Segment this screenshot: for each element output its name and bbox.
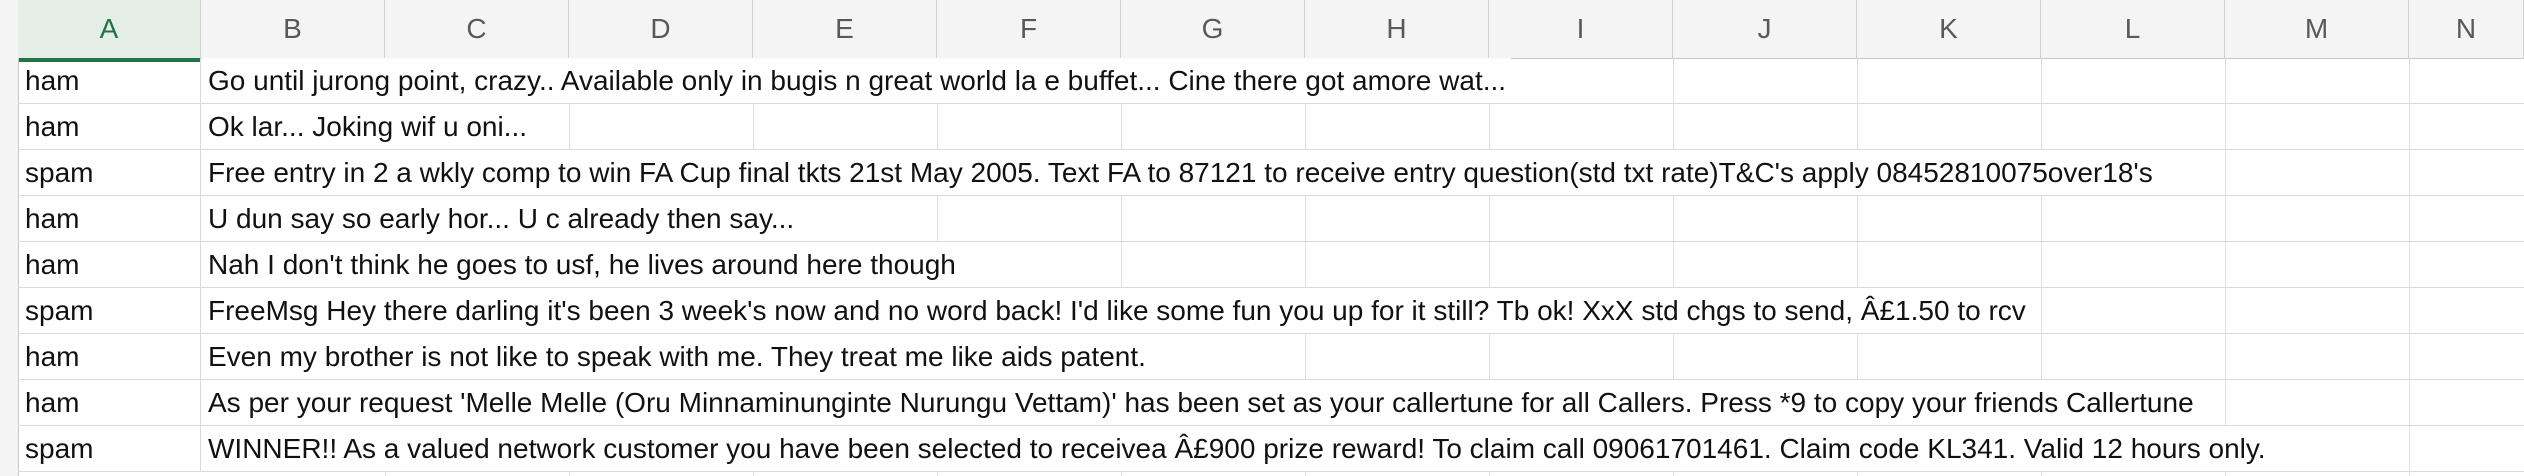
cell-label[interactable]: ham [18, 104, 201, 149]
table-row: ham U dun say so early hor... U c already… [18, 196, 2524, 242]
cell-label[interactable]: ham [18, 196, 201, 241]
cell-message[interactable]: U dun say so early hor... U c already th… [201, 196, 794, 241]
cell-label[interactable]: spam [18, 426, 201, 471]
table-row: ham Nah I don't think he goes to usf, he … [18, 242, 2524, 288]
table-row: ham Even my brother is not like to speak … [18, 334, 2524, 380]
grid-body: ham Go until jurong point, crazy.. Availa… [0, 0, 2524, 476]
table-row: spam Free entry in 2 a wkly comp to win F… [18, 150, 2524, 196]
cell-label[interactable]: spam [18, 288, 201, 333]
cell-label[interactable]: spam [18, 150, 201, 195]
cell-message[interactable]: FreeMsg Hey there darling it's been 3 we… [201, 288, 2026, 333]
table-row: ham Go until jurong point, crazy.. Availa… [18, 58, 2524, 104]
cell-message[interactable]: WINNER!! As a valued network customer yo… [201, 426, 2266, 471]
cell-message[interactable]: Nah I don't think he goes to usf, he liv… [201, 242, 956, 287]
cell-message[interactable]: Free entry in 2 a wkly comp to win FA Cu… [201, 150, 2153, 195]
cell-label[interactable]: ham [18, 334, 201, 379]
table-row: ham Ok lar... Joking wif u oni... [18, 104, 2524, 150]
cell-message[interactable]: Even my brother is not like to speak wit… [201, 334, 1146, 379]
table-row: spam FreeMsg Hey there darling it's been … [18, 288, 2524, 334]
cell-label[interactable]: ham [18, 380, 201, 425]
table-row: spam WINNER!! As a valued network custome… [18, 426, 2524, 472]
cell-message[interactable]: Go until jurong point, crazy.. Available… [201, 58, 1506, 103]
spreadsheet: ABCDEFGHIJKLMN ham Go until jurong point,… [0, 0, 2524, 476]
cell-message[interactable]: As per your request 'Melle Melle (Oru Mi… [201, 380, 2194, 425]
cell-label[interactable]: ham [18, 242, 201, 287]
table-row: ham As per your request 'Melle Melle (Oru… [18, 380, 2524, 426]
cell-label[interactable]: ham [18, 58, 201, 103]
cell-message[interactable]: Ok lar... Joking wif u oni... [201, 104, 527, 149]
